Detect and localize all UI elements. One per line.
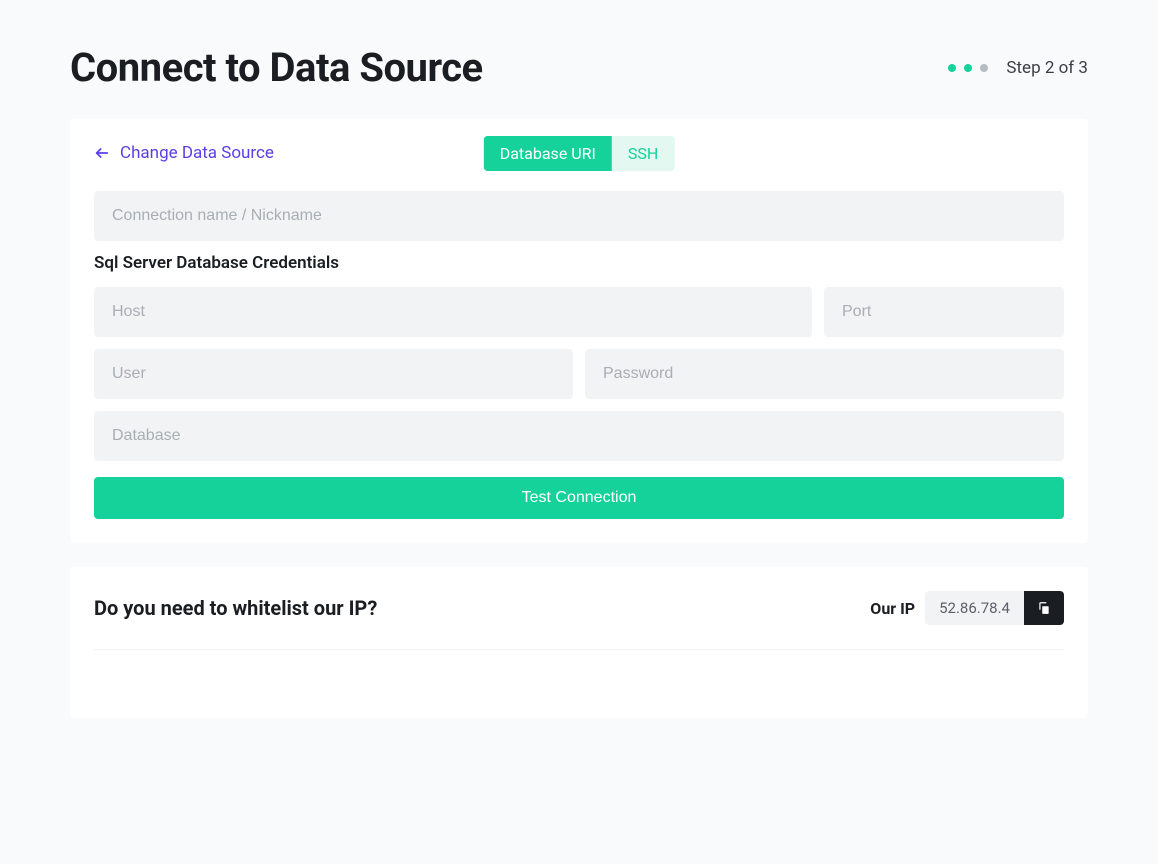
step-dot-1 bbox=[948, 64, 956, 72]
step-dots bbox=[948, 64, 988, 72]
step-dot-2 bbox=[964, 64, 972, 72]
connection-form-card: Change Data Source Database URI SSH Sql … bbox=[70, 119, 1088, 543]
password-input[interactable] bbox=[585, 349, 1064, 399]
test-connection-button[interactable]: Test Connection bbox=[94, 477, 1064, 519]
our-ip-label: Our IP bbox=[870, 599, 915, 618]
tab-ssh[interactable]: SSH bbox=[612, 136, 674, 171]
change-data-source-label: Change Data Source bbox=[120, 143, 274, 163]
ip-value: 52.86.78.4 bbox=[925, 591, 1024, 625]
database-input[interactable] bbox=[94, 411, 1064, 461]
credentials-section-label: Sql Server Database Credentials bbox=[94, 253, 1064, 273]
whitelist-question: Do you need to whitelist our IP? bbox=[94, 596, 377, 620]
tab-database-uri[interactable]: Database URI bbox=[484, 136, 612, 171]
copy-icon bbox=[1037, 601, 1051, 615]
host-input[interactable] bbox=[94, 287, 812, 337]
arrow-left-icon bbox=[94, 145, 110, 161]
ip-display: 52.86.78.4 bbox=[925, 591, 1064, 625]
connection-mode-tabs: Database URI SSH bbox=[484, 136, 675, 171]
step-label: Step 2 of 3 bbox=[1006, 58, 1088, 78]
connection-name-input[interactable] bbox=[94, 191, 1064, 241]
change-data-source-link[interactable]: Change Data Source bbox=[94, 143, 274, 163]
page-title: Connect to Data Source bbox=[70, 44, 483, 91]
whitelist-ip-card: Do you need to whitelist our IP? Our IP … bbox=[70, 567, 1088, 718]
user-input[interactable] bbox=[94, 349, 573, 399]
port-input[interactable] bbox=[824, 287, 1064, 337]
step-dot-3 bbox=[980, 64, 988, 72]
copy-ip-button[interactable] bbox=[1024, 591, 1064, 625]
step-indicator: Step 2 of 3 bbox=[948, 58, 1088, 78]
